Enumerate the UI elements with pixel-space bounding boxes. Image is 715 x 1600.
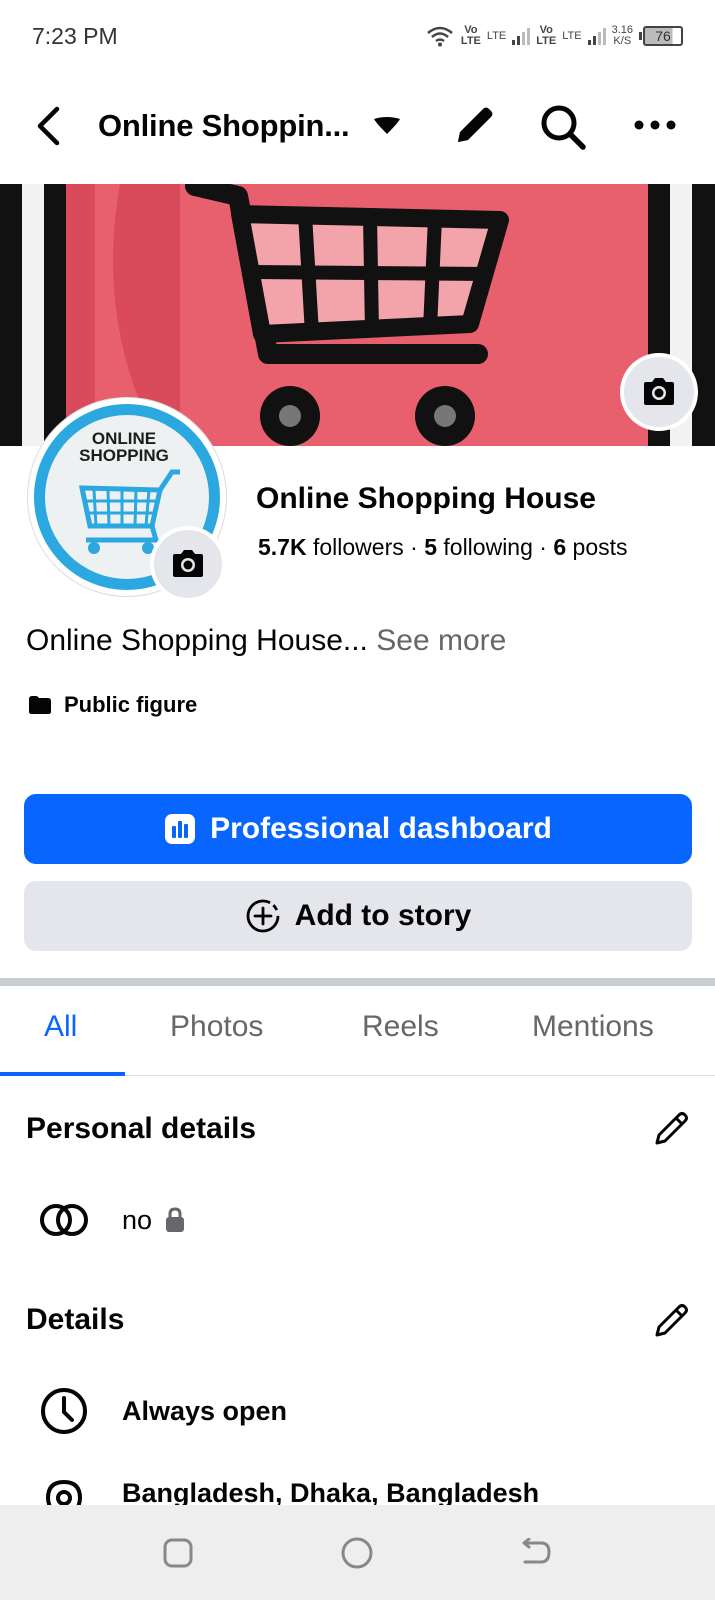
dashboard-chart-icon [165, 814, 196, 844]
back-button[interactable] [28, 104, 68, 148]
sim2-volte: Vo LTE [536, 24, 557, 47]
relationship-value: no [122, 1204, 153, 1235]
followers-count[interactable]: 5.7K [258, 534, 307, 560]
posts-count[interactable]: 6 [553, 534, 566, 560]
location-row[interactable]: Bangladesh, Dhaka, Bangladesh [38, 1478, 539, 1505]
location-pin-icon [38, 1478, 90, 1505]
back-nav-button[interactable] [516, 1533, 556, 1573]
page-title[interactable]: Online Shoppin... [98, 108, 350, 144]
edit-personal-details-icon[interactable] [652, 1108, 692, 1148]
back-arrow-icon [522, 1538, 551, 1564]
page-category: Public figure [28, 692, 197, 718]
hours-value: Always open [122, 1395, 288, 1426]
relationship-row[interactable]: no [38, 1196, 186, 1244]
posts-label[interactable]: posts [573, 534, 628, 560]
search-icon[interactable] [538, 102, 588, 152]
sim2-network: LTE [562, 30, 582, 42]
caret-down-icon[interactable] [372, 114, 402, 138]
circle-icon [341, 1537, 373, 1569]
tab-mentions[interactable]: Mentions [532, 1010, 654, 1044]
professional-dashboard-label: Professional dashboard [210, 812, 552, 845]
add-to-story-button[interactable]: Add to story [24, 881, 692, 951]
tab-all[interactable]: All [44, 1010, 77, 1044]
see-more-link[interactable]: See more [376, 624, 506, 657]
stats-separator: · [410, 534, 418, 560]
system-navigation-bar [0, 1505, 715, 1600]
square-icon [163, 1538, 193, 1568]
page-name: Online Shopping House [256, 482, 596, 515]
personal-details-title: Personal details [26, 1112, 257, 1145]
relationship-icon [38, 1196, 90, 1244]
top-app-bar: Online Shoppin... [0, 90, 715, 162]
professional-dashboard-button[interactable]: Professional dashboard [24, 794, 692, 864]
edit-cover-photo-button[interactable] [620, 353, 698, 431]
hours-row[interactable]: Always open [38, 1387, 287, 1435]
details-title: Details [26, 1303, 125, 1336]
edit-profile-picture-button[interactable] [150, 526, 226, 602]
edit-details-icon[interactable] [652, 1300, 692, 1340]
home-button[interactable] [337, 1533, 377, 1573]
location-value: Bangladesh, Dhaka, Bangladesh [122, 1478, 540, 1505]
avatar-logo-line2: SHOPPING [79, 446, 169, 465]
camera-icon [173, 550, 203, 577]
sim1-volte: Vo LTE [460, 24, 481, 47]
edit-pencil-icon[interactable] [450, 102, 498, 150]
tab-photos[interactable]: Photos [170, 1010, 263, 1044]
tab-reels[interactable]: Reels [362, 1010, 439, 1044]
followers-label[interactable]: followers [313, 534, 404, 560]
sim1-network: LTE [486, 30, 507, 42]
stats-separator: · [539, 534, 547, 560]
profile-tabs: All Photos Reels Mentions [0, 986, 715, 1076]
network-speed: 3.16 K/S [611, 24, 633, 47]
status-time: 7:23 PM [32, 22, 118, 49]
clock-icon [38, 1387, 90, 1435]
more-options-icon[interactable] [630, 110, 680, 140]
profile-stats: 5.7K followers · 5 following · 6 posts [258, 534, 628, 561]
bio-text: Online Shopping House... See more [26, 624, 506, 658]
battery-icon: 76 [639, 26, 683, 46]
battery-level: 76 [655, 28, 671, 44]
add-circle-icon [246, 899, 280, 933]
status-icons: Vo LTE LTE Vo LTE LTE 3.16 K/S 76 [425, 25, 683, 47]
lock-icon [166, 1207, 185, 1232]
bio-content: Online Shopping House... [26, 624, 368, 657]
add-to-story-label: Add to story [294, 899, 472, 932]
sim2-signal-icon [587, 27, 606, 45]
chevron-left-icon [37, 106, 60, 146]
active-tab-indicator [0, 1072, 125, 1076]
following-label[interactable]: following [443, 534, 533, 560]
following-count[interactable]: 5 [424, 534, 437, 560]
section-divider [0, 978, 715, 986]
category-label: Public figure [64, 692, 198, 717]
sim1-signal-icon [512, 27, 531, 45]
recent-apps-button[interactable] [158, 1533, 198, 1573]
category-icon [29, 696, 51, 714]
wifi-icon [427, 26, 453, 47]
camera-icon [644, 378, 674, 405]
status-bar: 7:23 PM Vo LTE LTE Vo LTE LTE 3.16 K/S 76 [0, 0, 715, 72]
